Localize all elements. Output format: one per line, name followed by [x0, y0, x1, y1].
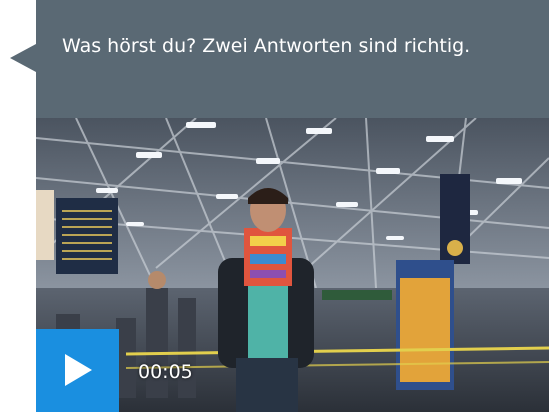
exercise-card: Was hörst du? Zwei Antworten sind richti… — [0, 0, 549, 412]
play-icon — [65, 354, 92, 386]
play-button[interactable] — [36, 329, 119, 412]
video-timestamp: 00:05 — [138, 361, 193, 383]
question-text: Was hörst du? Zwei Antworten sind richti… — [62, 35, 471, 57]
speech-bubble-tail — [10, 44, 36, 72]
